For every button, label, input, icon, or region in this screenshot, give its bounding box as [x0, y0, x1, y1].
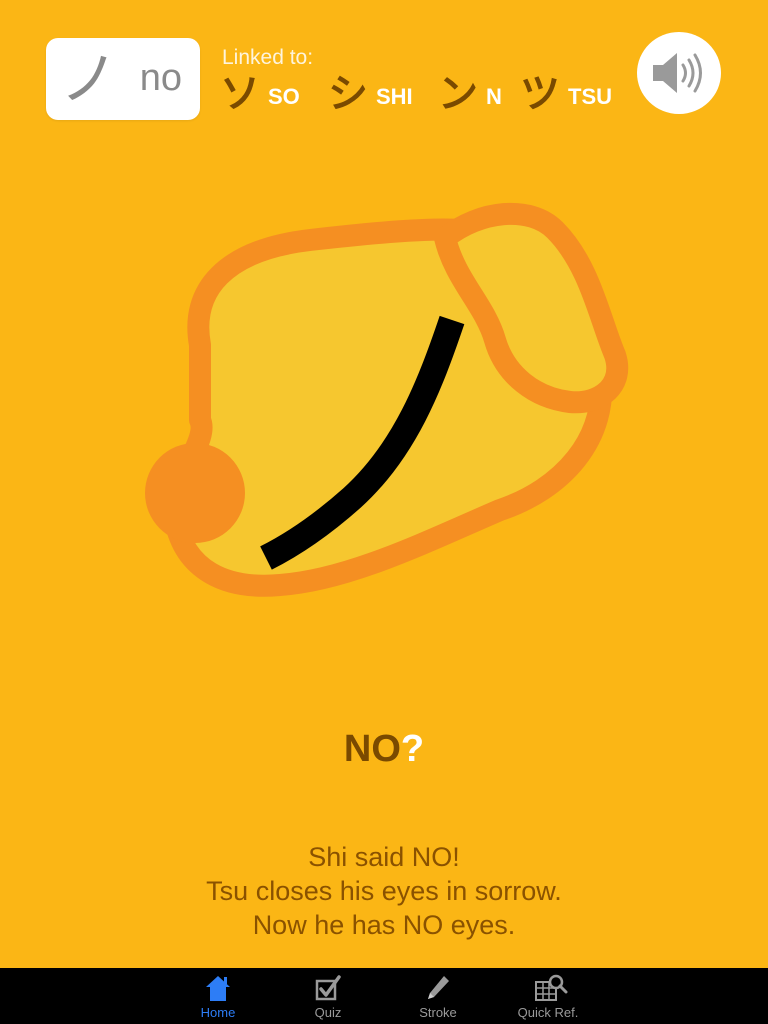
question-mark: ?: [400, 728, 425, 770]
tab-quiz[interactable]: Quiz: [283, 968, 373, 1024]
linked-romaji: SO: [268, 84, 300, 109]
story-line: Tsu closes his eyes in sorrow.: [206, 876, 562, 906]
story-line: Shi said NO!: [308, 842, 460, 872]
kana-mnemonic-illustration: [145, 202, 629, 597]
tab-label: Quiz: [314, 1005, 342, 1020]
tab-stroke[interactable]: Stroke: [393, 968, 483, 1024]
speaker-icon: [653, 53, 702, 93]
sound-button[interactable]: [637, 32, 721, 114]
linked-kana: ン: [438, 71, 478, 117]
linked-romaji: N: [486, 84, 502, 109]
question-text: NO: [343, 728, 401, 770]
story-line: Now he has NO eyes.: [252, 910, 516, 940]
linked-kana: シ: [328, 71, 368, 117]
tab-label: Stroke: [419, 1005, 457, 1020]
tab-quick-ref[interactable]: Quick Ref.: [503, 968, 593, 1024]
home-icon: [206, 976, 230, 1001]
quiz-checkbox-icon: [315, 975, 341, 1001]
linked-romaji: TSU: [568, 84, 612, 109]
grid-search-icon: [535, 974, 568, 1001]
mnemonic-story: Shi said NO! Tsu closes his eyes in sorr…: [0, 840, 768, 942]
kana-card[interactable]: ノ no: [46, 38, 200, 120]
tab-bar: Home Quiz Stroke Quick Ref.: [0, 968, 768, 1024]
linked-kana: ツ: [520, 71, 560, 117]
linked-kana: ソ: [220, 71, 260, 117]
question-heading: NO?: [0, 728, 768, 771]
tab-home[interactable]: Home: [173, 968, 263, 1024]
tab-label: Home: [200, 1005, 236, 1020]
pencil-icon: [428, 976, 449, 999]
linked-romaji: SHI: [376, 84, 413, 109]
card-romaji: no: [139, 57, 182, 99]
blob-character: [145, 202, 629, 597]
tab-label: Quick Ref.: [517, 1005, 579, 1020]
linked-to-label: Linked to:: [222, 46, 314, 69]
card-kana: ノ: [60, 45, 119, 113]
